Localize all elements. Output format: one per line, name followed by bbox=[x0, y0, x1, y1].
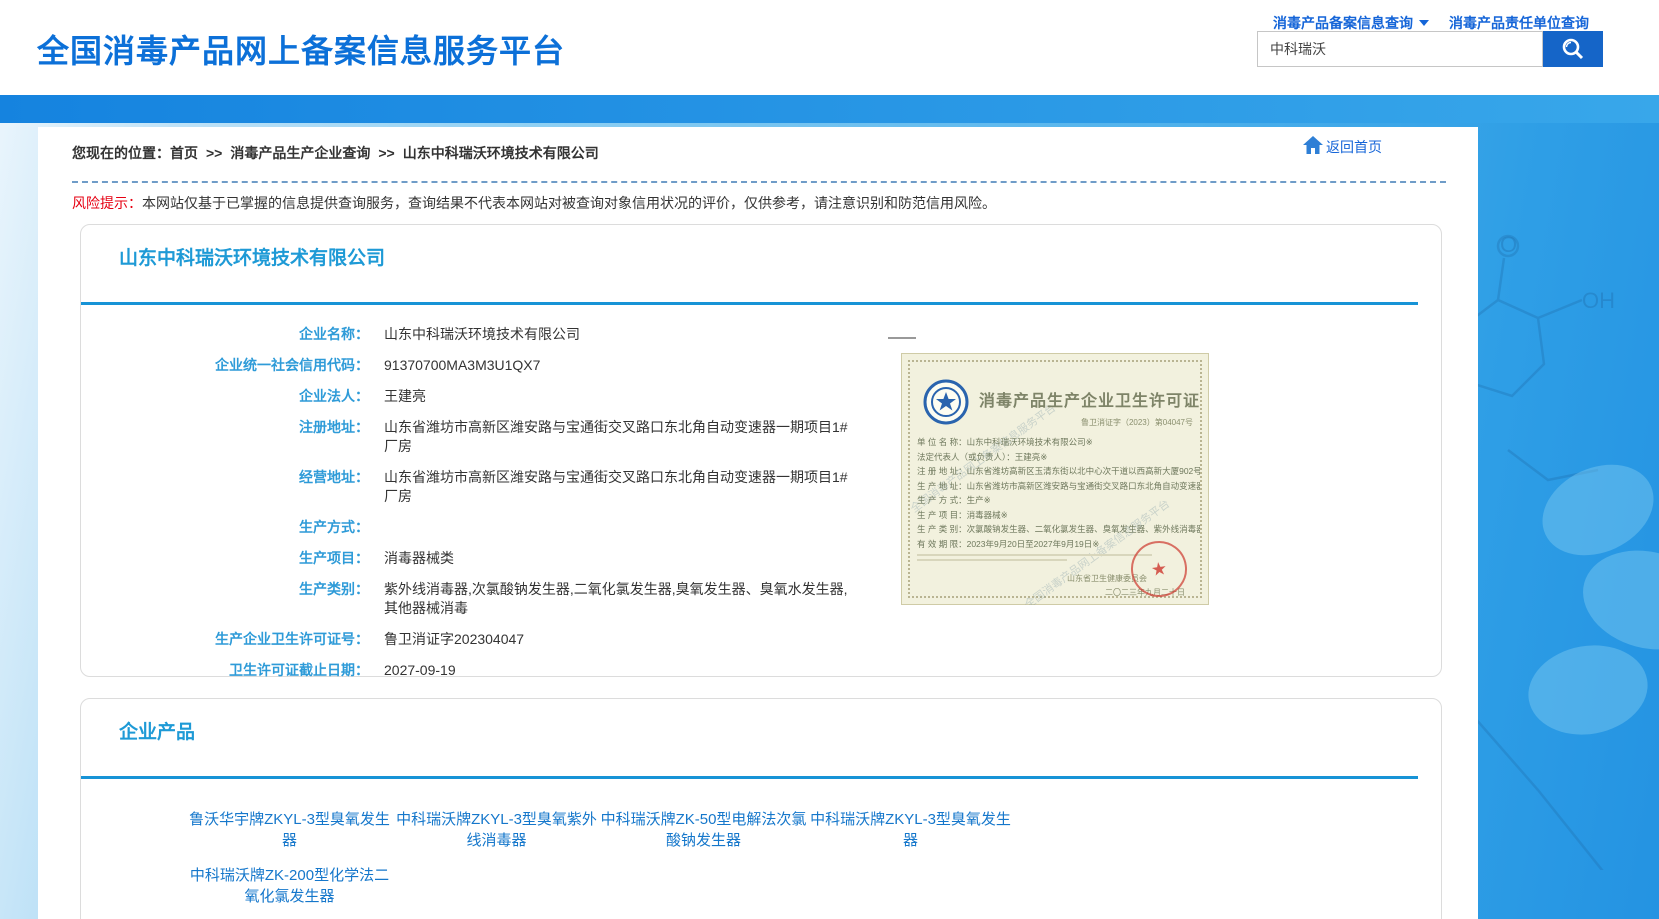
nav-link-responsible-unit-query[interactable]: 消毒产品责任单位查询 bbox=[1449, 13, 1589, 33]
certificate-line: 生 产 地 址：山东省潍坊市高新区潍安路与宝通街交叉路口东北角自动变速器一期项目… bbox=[917, 479, 1200, 494]
hygiene-license-certificate-image: 全国消毒产品网上备案信息服务平台 全国消毒产品网上备案信息服务平台 消毒产品生产… bbox=[901, 353, 1209, 605]
field-value: 91370700MA3M3U1QX7 bbox=[384, 356, 540, 375]
field-label: 经营地址： bbox=[81, 468, 369, 487]
nav-link-record-info-query[interactable]: 消毒产品备案信息查询 bbox=[1273, 13, 1429, 33]
company-card-title: 山东中科瑞沃环境技术有限公司 bbox=[119, 243, 385, 270]
nav-link-label: 消毒产品备案信息查询 bbox=[1273, 13, 1413, 33]
field-value: 2027-09-19 bbox=[384, 661, 456, 680]
certificate-fineprint bbox=[917, 554, 1152, 556]
field-value: 紫外线消毒器,次氯酸钠发生器,二氧化氯发生器,臭氧发生器、臭氧水发生器,其他器械… bbox=[384, 580, 852, 618]
certificate-line: 生 产 项 目：消毒器械※ bbox=[917, 508, 1200, 523]
back-home-label: 返回首页 bbox=[1326, 139, 1382, 155]
national-emblem-icon bbox=[923, 379, 969, 425]
search-button[interactable] bbox=[1543, 31, 1603, 67]
company-fields: 企业名称： 山东中科瑞沃环境技术有限公司 企业统一社会信用代码： 9137070… bbox=[81, 319, 893, 686]
field-row-company-name: 企业名称： 山东中科瑞沃环境技术有限公司 bbox=[81, 319, 893, 350]
back-home-link[interactable]: 返回首页 bbox=[1302, 135, 1382, 155]
field-label: 生产项目： bbox=[81, 549, 369, 568]
certificate-line: 注 册 地 址：山东省潍坊高新区玉清东街以北中心次干道以西高新大厦902号科苑 bbox=[917, 464, 1200, 479]
certificate-line: 法定代表人（或负责人）：王建亮※ bbox=[917, 450, 1200, 465]
field-label: 卫生许可证截止日期： bbox=[81, 661, 369, 680]
field-label: 生产类别： bbox=[81, 580, 369, 599]
field-row-production-project: 生产项目： 消毒器械类 bbox=[81, 543, 893, 574]
products-card-title: 企业产品 bbox=[119, 717, 195, 744]
breadcrumb-home-link[interactable]: 首页 bbox=[170, 145, 198, 161]
company-products-card: 企业产品 鲁沃华宇牌ZKYL-3型臭氧发生器 中科瑞沃牌ZKYL-3型臭氧紫外线… bbox=[80, 698, 1442, 919]
site-title: 全国消毒产品网上备案信息服务平台 bbox=[37, 26, 565, 72]
field-row-credit-code: 企业统一社会信用代码： 91370700MA3M3U1QX7 bbox=[81, 350, 893, 381]
breadcrumb-prefix: 您现在的位置： bbox=[72, 145, 170, 161]
card-title-rule bbox=[81, 776, 1418, 779]
product-link[interactable]: 中科瑞沃牌ZK-50型电解法次氯酸钠发生器 bbox=[600, 809, 807, 851]
product-link[interactable]: 中科瑞沃牌ZKYL-3型臭氧发生器 bbox=[807, 809, 1014, 851]
certificate-fineprint bbox=[917, 559, 1067, 561]
home-icon bbox=[1302, 135, 1324, 155]
company-info-card: 山东中科瑞沃环境技术有限公司 企业名称： 山东中科瑞沃环境技术有限公司 企业统一… bbox=[80, 224, 1442, 677]
certificate-body: 单 位 名 称：山东中科瑞沃环境技术有限公司※ 法定代表人（或负责人）：王建亮※… bbox=[917, 435, 1200, 551]
page: O OH 全国消毒产品网上备案信息服务平台 消毒产品备案信息查询 消毒产品责任单… bbox=[0, 0, 1659, 919]
field-value: 王建亮 bbox=[384, 387, 426, 406]
field-label: 企业法人： bbox=[81, 387, 369, 406]
header-band bbox=[0, 95, 1659, 123]
field-row-business-address: 经营地址： 山东省潍坊市高新区潍安路与宝通街交叉路口东北角自动变速器一期项目1#… bbox=[81, 462, 893, 512]
site-header: 全国消毒产品网上备案信息服务平台 消毒产品备案信息查询 消毒产品责任单位查询 bbox=[0, 0, 1659, 95]
card-title-rule bbox=[81, 302, 1418, 305]
field-label: 注册地址： bbox=[81, 418, 369, 437]
dashed-divider bbox=[72, 181, 1446, 183]
field-label: 生产方式： bbox=[81, 518, 369, 537]
breadcrumb-separator: >> bbox=[198, 145, 230, 161]
field-value: 山东省潍坊市高新区潍安路与宝通街交叉路口东北角自动变速器一期项目1#厂房 bbox=[384, 468, 852, 506]
field-value: 山东中科瑞沃环境技术有限公司 bbox=[384, 325, 580, 344]
product-link[interactable]: 中科瑞沃牌ZK-200型化学法二氧化氯发生器 bbox=[186, 865, 393, 907]
field-row-license-number: 生产企业卫生许可证号： 鲁卫消证字202304047 bbox=[81, 624, 893, 655]
field-row-production-category: 生产类别： 紫外线消毒器,次氯酸钠发生器,二氧化氯发生器,臭氧发生器、臭氧水发生… bbox=[81, 574, 893, 624]
nav-link-label: 消毒产品责任单位查询 bbox=[1449, 13, 1589, 33]
certificate-line: 生 产 类 别：次氯酸钠发生器、二氧化氯发生器、臭氧发生器、紫外线消毒器※ bbox=[917, 522, 1200, 537]
risk-notice-text: 本网站仅基于已掌握的信息提供查询服务，查询结果不代表本网站对被查询对象信用状况的… bbox=[142, 195, 996, 211]
magnifier-icon bbox=[1560, 36, 1586, 62]
breadcrumb-current: 山东中科瑞沃环境技术有限公司 bbox=[403, 145, 599, 161]
breadcrumb-company-query-link[interactable]: 消毒产品生产企业查询 bbox=[230, 145, 370, 161]
field-label: 生产企业卫生许可证号： bbox=[81, 630, 369, 649]
field-label: 企业名称： bbox=[81, 325, 369, 344]
field-row-legal-person: 企业法人： 王建亮 bbox=[81, 381, 893, 412]
top-nav: 消毒产品备案信息查询 消毒产品责任单位查询 bbox=[1273, 13, 1589, 33]
certificate-line: 单 位 名 称：山东中科瑞沃环境技术有限公司※ bbox=[917, 435, 1200, 450]
certificate-title: 消毒产品生产企业卫生许可证 bbox=[979, 387, 1200, 411]
product-link[interactable]: 中科瑞沃牌ZKYL-3型臭氧紫外线消毒器 bbox=[393, 809, 600, 851]
risk-notice: 风险提示：本网站仅基于已掌握的信息提供查询服务，查询结果不代表本网站对被查询对象… bbox=[72, 195, 996, 212]
field-row-production-mode: 生产方式： bbox=[81, 512, 893, 543]
product-link[interactable]: 鲁沃华宇牌ZKYL-3型臭氧发生器 bbox=[186, 809, 393, 851]
field-value: 消毒器械类 bbox=[384, 549, 454, 568]
product-link-list: 鲁沃华宇牌ZKYL-3型臭氧发生器 中科瑞沃牌ZKYL-3型臭氧紫外线消毒器 中… bbox=[186, 809, 1022, 919]
certificate-number: 鲁卫消证字（2023）第04047号 bbox=[1081, 417, 1193, 428]
field-row-registered-address: 注册地址： 山东省潍坊市高新区潍安路与宝通街交叉路口东北角自动变速器一期项目1#… bbox=[81, 412, 893, 462]
breadcrumb-separator: >> bbox=[370, 145, 402, 161]
scan-dash-artifact bbox=[888, 337, 916, 339]
risk-notice-label: 风险提示： bbox=[72, 195, 142, 211]
field-label: 企业统一社会信用代码： bbox=[81, 356, 369, 375]
breadcrumb: 您现在的位置：首页>>消毒产品生产企业查询>>山东中科瑞沃环境技术有限公司 bbox=[72, 143, 599, 163]
certificate-line: 生 产 方 式：生产※ bbox=[917, 493, 1200, 508]
search-input[interactable] bbox=[1257, 31, 1543, 67]
chevron-down-icon bbox=[1419, 20, 1429, 26]
field-row-license-expiry: 卫生许可证截止日期： 2027-09-19 bbox=[81, 655, 893, 686]
main-content: 您现在的位置：首页>>消毒产品生产企业查询>>山东中科瑞沃环境技术有限公司 返回… bbox=[38, 127, 1478, 919]
field-value: 山东省潍坊市高新区潍安路与宝通街交叉路口东北角自动变速器一期项目1#厂房 bbox=[384, 418, 852, 456]
field-value: 鲁卫消证字202304047 bbox=[384, 630, 524, 649]
